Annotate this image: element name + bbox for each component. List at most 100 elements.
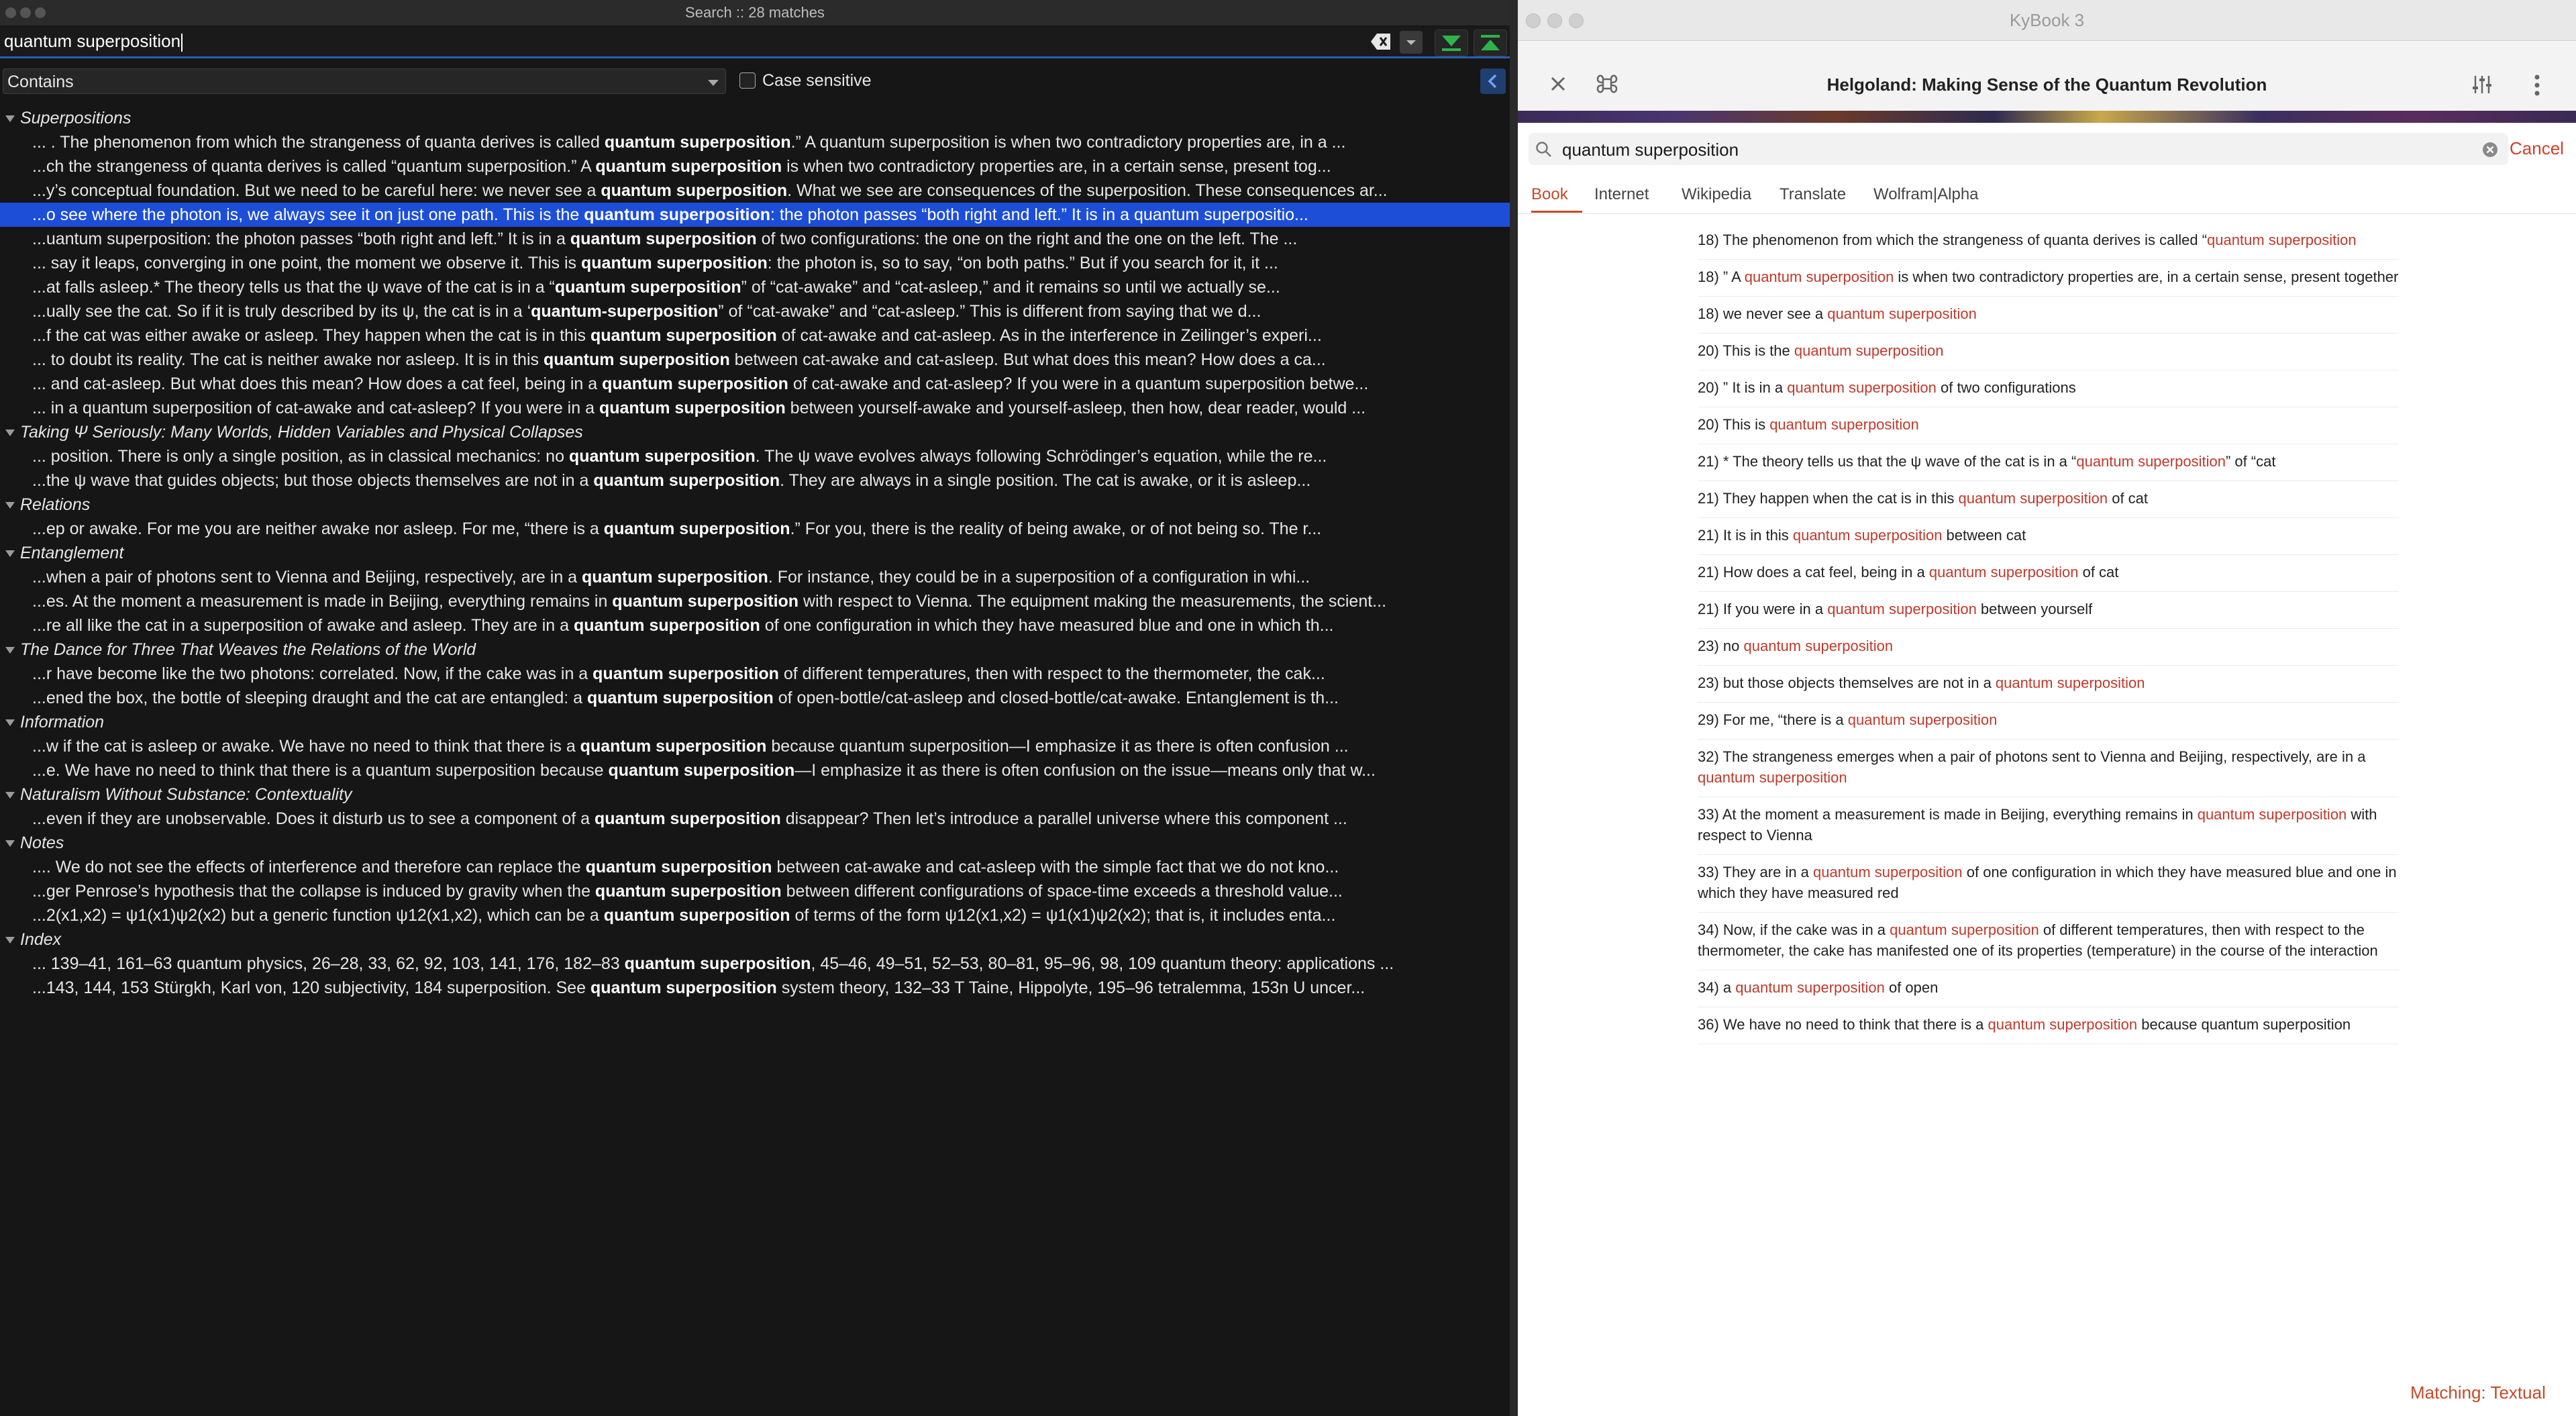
book-hit-item[interactable]: 21) * The theory tells us that the ψ wav… — [1698, 444, 2399, 481]
book-search-field[interactable]: quantum superposition — [1529, 133, 2508, 165]
book-hit-item[interactable]: 20) This is quantum superposition — [1698, 407, 2399, 444]
more-options-icon[interactable] — [2532, 73, 2542, 97]
result-group-header[interactable]: Notes — [0, 831, 1510, 855]
zoom-window-button[interactable] — [35, 7, 46, 18]
result-row[interactable]: ...ep or awake. For me you are neither a… — [0, 517, 1510, 541]
book-hit-item[interactable]: 21) It is in this quantum superposition … — [1698, 518, 2399, 555]
tab-internet[interactable]: Internet — [1594, 185, 1649, 204]
disclosure-triangle-icon[interactable] — [5, 937, 15, 944]
next-match-button[interactable] — [1435, 30, 1468, 56]
book-hit-item[interactable]: 34) a quantum superposition of open — [1698, 970, 2399, 1007]
hit-context-before: 34) Now, if the cake was in a — [1698, 921, 1890, 938]
result-row[interactable]: ...es. At the moment a measurement is ma… — [0, 589, 1510, 613]
disclosure-triangle-icon[interactable] — [5, 719, 15, 726]
match-mode-select[interactable]: Contains — [3, 68, 726, 94]
close-window-button[interactable] — [1526, 13, 1541, 28]
disclosure-triangle-icon[interactable] — [5, 115, 15, 122]
collapse-panel-button[interactable] — [1480, 68, 1506, 94]
result-row[interactable]: ...ened the box, the bottle of sleeping … — [0, 686, 1510, 710]
result-match-text: quantum superposition — [595, 809, 781, 828]
book-hit-item[interactable]: 34) Now, if the cake was in a quantum su… — [1698, 913, 2399, 970]
tab-wikipedia[interactable]: Wikipedia — [1682, 185, 1751, 204]
result-row[interactable]: ...even if they are unobservable. Does i… — [0, 807, 1510, 831]
book-hit-item[interactable]: 29) For me, “there is a quantum superpos… — [1698, 703, 2399, 740]
result-row[interactable]: ... in a quantum superposition of cat-aw… — [0, 396, 1510, 420]
result-group-title: Taking Ψ Seriously: Many Worlds, Hidden … — [20, 423, 583, 442]
close-window-button[interactable] — [5, 7, 16, 18]
result-group-header[interactable]: Taking Ψ Seriously: Many Worlds, Hidden … — [0, 420, 1510, 444]
book-hit-item[interactable]: 33) They are in a quantum superposition … — [1698, 855, 2399, 913]
result-group-header[interactable]: Entanglement — [0, 541, 1510, 565]
disclosure-triangle-icon[interactable] — [5, 792, 15, 799]
minimize-window-button[interactable] — [1547, 13, 1562, 28]
result-row[interactable]: .... We do not see the effects of interf… — [0, 855, 1510, 879]
disclosure-triangle-icon[interactable] — [5, 840, 15, 847]
book-hit-item[interactable]: 33) At the moment a measurement is made … — [1698, 797, 2399, 855]
zoom-window-button[interactable] — [1569, 13, 1584, 28]
book-hit-item[interactable]: 23) but those objects themselves are not… — [1698, 666, 2399, 703]
minimize-window-button[interactable] — [20, 7, 31, 18]
disclosure-triangle-icon[interactable] — [5, 429, 15, 436]
result-group-header[interactable]: Relations — [0, 493, 1510, 517]
result-row[interactable]: ... 139–41, 161–63 quantum physics, 26–2… — [0, 952, 1510, 976]
book-hit-item[interactable]: 21) How does a cat feel, being in a quan… — [1698, 555, 2399, 592]
result-row[interactable]: ... . The phenomenon from which the stra… — [0, 130, 1510, 154]
matching-mode-label[interactable]: Matching: Textual — [2410, 1382, 2546, 1403]
book-hit-item[interactable]: 18) we never see a quantum superposition — [1698, 297, 2399, 334]
result-row-selected[interactable]: ...o see where the photon is, we always … — [0, 203, 1510, 227]
result-row[interactable]: ...e. We have no need to think that ther… — [0, 758, 1510, 782]
result-row[interactable]: ...uantum superposition: the photon pass… — [0, 227, 1510, 251]
previous-match-button[interactable] — [1474, 30, 1507, 56]
result-row[interactable]: ... position. There is only a single pos… — [0, 444, 1510, 468]
book-hit-item[interactable]: 18) ” A quantum superposition is when tw… — [1698, 260, 2399, 297]
book-hit-item[interactable]: 20) ” It is in a quantum superposition o… — [1698, 370, 2399, 407]
disclosure-triangle-icon[interactable] — [5, 647, 15, 654]
book-hit-item[interactable]: 21) If you were in a quantum superpositi… — [1698, 592, 2399, 629]
search-history-dropdown[interactable] — [1400, 31, 1423, 54]
book-hit-item[interactable]: 20) This is the quantum superposition — [1698, 334, 2399, 370]
result-row[interactable]: ...ger Penrose’s hypothesis that the col… — [0, 879, 1510, 903]
book-hit-item[interactable]: 21) They happen when the cat is in this … — [1698, 481, 2399, 518]
result-group-header[interactable]: Information — [0, 710, 1510, 734]
result-row[interactable]: ... to doubt its reality. The cat is nei… — [0, 348, 1510, 372]
result-row[interactable]: ...y’s conceptual foundation. But we nee… — [0, 179, 1510, 203]
result-row[interactable]: ...2(x1,x2) = ψ1(x1)ψ2(x2) but a generic… — [0, 903, 1510, 927]
clear-search-icon[interactable] — [1370, 32, 1392, 51]
tab-book[interactable]: Book — [1531, 185, 1568, 204]
result-context-before: ...ep or awake. For me you are neither a… — [32, 519, 604, 538]
book-hit-item[interactable]: 32) The strangeness emerges when a pair … — [1698, 740, 2399, 797]
case-sensitive-checkbox[interactable] — [739, 72, 756, 89]
result-row[interactable]: ...the ψ wave that guides objects; but t… — [0, 468, 1510, 493]
result-row[interactable]: ... say it leaps, converging in one poin… — [0, 251, 1510, 275]
result-group-header[interactable]: Index — [0, 927, 1510, 952]
result-row[interactable]: ...ually see the cat. So if it is truly … — [0, 299, 1510, 323]
result-group-title: Superpositions — [20, 109, 132, 128]
result-group-header[interactable]: Superpositions — [0, 106, 1510, 130]
result-context-before: ...es. At the moment a measurement is ma… — [32, 592, 613, 611]
book-hit-item[interactable]: 36) We have no need to think that there … — [1698, 1007, 2399, 1044]
tab-wolfram-alpha[interactable]: Wolfram|Alpha — [1873, 185, 1979, 204]
result-row[interactable]: ...f the cat was either awake or asleep.… — [0, 323, 1510, 348]
result-context-before: ...ger Penrose’s hypothesis that the col… — [32, 882, 595, 901]
sliders-icon[interactable] — [2471, 73, 2493, 96]
cancel-button[interactable]: Cancel — [2510, 138, 2564, 159]
result-context-after: . For instance, they could be in a super… — [768, 568, 1310, 587]
search-input[interactable]: quantum superposition — [4, 31, 183, 52]
result-row[interactable]: ...re all like the cat in a superpositio… — [0, 613, 1510, 638]
result-group-header[interactable]: The Dance for Three That Weaves the Rela… — [0, 638, 1510, 662]
result-row[interactable]: ...r have become like the two photons: c… — [0, 662, 1510, 686]
result-row[interactable]: ...when a pair of photons sent to Vienna… — [0, 565, 1510, 589]
result-context-after: . What we see are consequences of the su… — [787, 181, 1388, 200]
disclosure-triangle-icon[interactable] — [5, 502, 15, 509]
result-row[interactable]: ...at falls asleep.* The theory tells us… — [0, 275, 1510, 299]
tab-translate[interactable]: Translate — [1780, 185, 1846, 204]
result-row[interactable]: ...w if the cat is asleep or awake. We h… — [0, 734, 1510, 758]
disclosure-triangle-icon[interactable] — [5, 550, 15, 557]
result-group-header[interactable]: Naturalism Without Substance: Contextual… — [0, 782, 1510, 807]
result-row[interactable]: ... and cat-asleep. But what does this m… — [0, 372, 1510, 396]
clear-search-icon[interactable] — [2481, 141, 2499, 158]
book-hit-item[interactable]: 23) no quantum superposition — [1698, 629, 2399, 666]
result-row[interactable]: ...143, 144, 153 Stürgkh, Karl von, 120 … — [0, 976, 1510, 1000]
book-hit-item[interactable]: 18) The phenomenon from which the strang… — [1698, 223, 2399, 260]
result-row[interactable]: ...ch the strangeness of quanta derives … — [0, 154, 1510, 179]
